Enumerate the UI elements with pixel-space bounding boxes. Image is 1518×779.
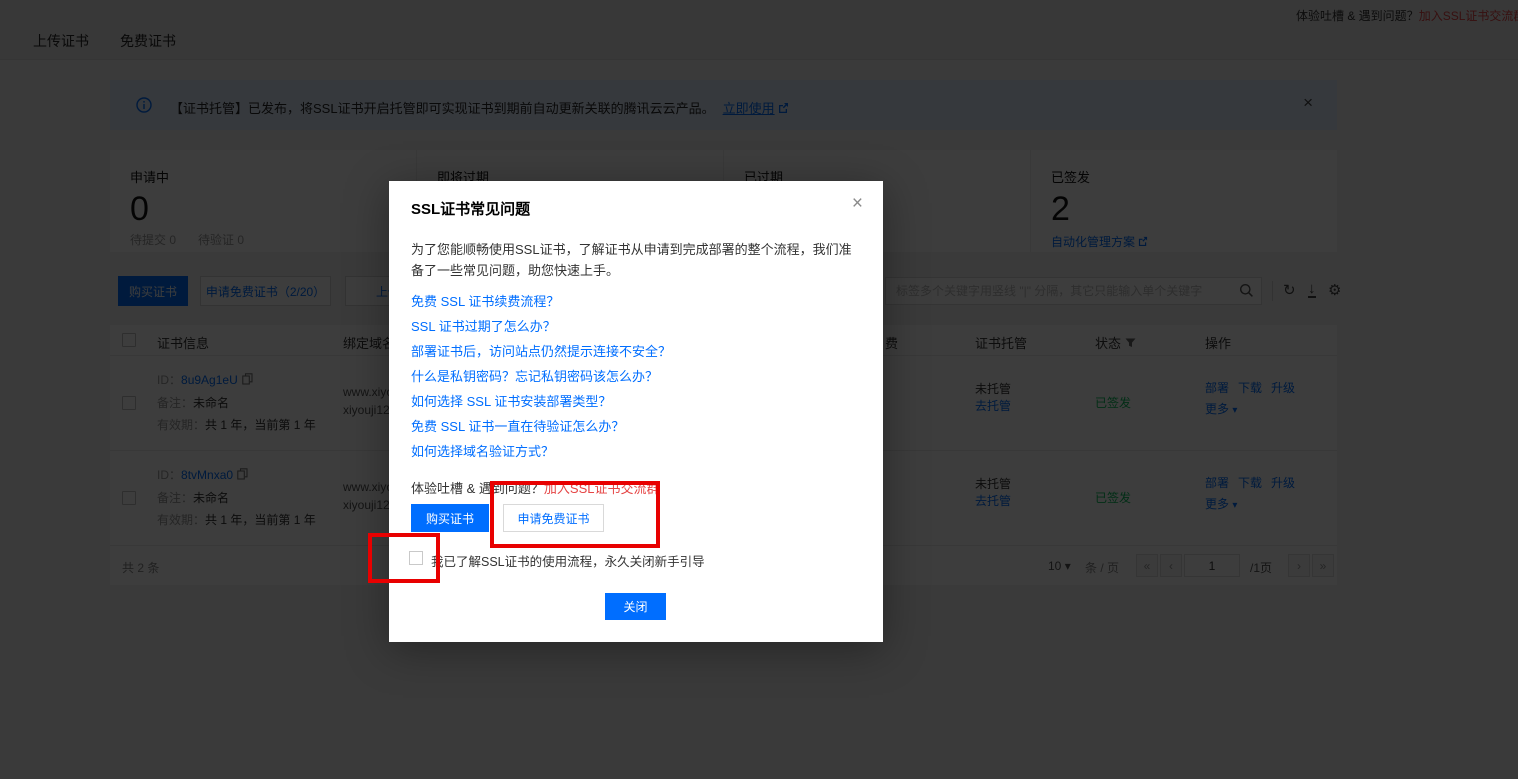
faq-link[interactable]: SSL 证书过期了怎么办？ [411,314,671,339]
modal-title: SSL证书常见问题 [411,198,530,219]
faq-link[interactable]: 如何选择域名验证方式？ [411,439,671,464]
faq-link-list: 免费 SSL 证书续费流程？ SSL 证书过期了怎么办？ 部署证书后，访问站点仍… [411,289,671,464]
faq-modal: SSL证书常见问题 × 为了您能顺畅使用SSL证书，了解证书从申请到完成部署的整… [389,181,883,642]
screen: 体验吐槽 & 遇到问题？加入SSL证书交流群帮 上传证书 免费证书 【证书托管】… [0,0,1518,779]
modal-intro: 为了您能顺畅使用SSL证书，了解证书从申请到完成部署的整个流程，我们准备了一些常… [411,239,863,281]
faq-link[interactable]: 如何选择 SSL 证书安装部署类型？ [411,389,671,414]
annotation-rect-checkbox [368,533,440,583]
faq-link[interactable]: 免费 SSL 证书一直在待验证怎么办？ [411,414,671,439]
modal-close-button[interactable]: 关闭 [605,593,666,620]
dont-show-again-label: 我已了解SSL证书的使用流程，永久关闭新手引导 [431,551,705,570]
annotation-rect-apply-buttons [490,481,660,548]
modal-buy-cert-button[interactable]: 购买证书 [411,504,489,532]
modal-close-icon[interactable]: × [852,193,863,215]
faq-link[interactable]: 什么是私钥密码？忘记私钥密码该怎么办？ [411,364,671,389]
faq-link[interactable]: 部署证书后，访问站点仍然提示连接不安全？ [411,339,671,364]
faq-link[interactable]: 免费 SSL 证书续费流程？ [411,289,671,314]
